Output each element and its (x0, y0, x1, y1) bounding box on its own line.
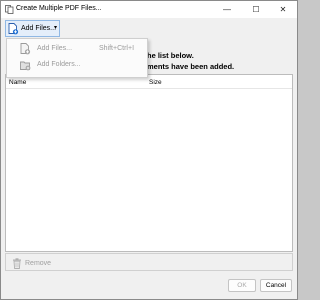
maximize-button[interactable]: ☐ (242, 1, 270, 18)
menu-item-add-files[interactable]: Add Files... Shift+Ctrl+I (7, 41, 147, 58)
title-bar: Create Multiple PDF Files... — ☐ ✕ (1, 1, 297, 18)
dialog-window: Create Multiple PDF Files... — ☐ ✕ Add F… (0, 0, 298, 300)
menu-item-label: Add Files... (37, 45, 73, 52)
ok-button[interactable]: OK (228, 279, 256, 292)
file-list[interactable]: Name Size (5, 74, 293, 252)
close-icon: ✕ (279, 5, 287, 14)
menu-item-label: Add Folders... (37, 61, 81, 68)
add-file-icon (8, 23, 19, 35)
menu-item-add-folders[interactable]: Add Folders... (7, 57, 147, 74)
remove-button[interactable]: Remove (12, 257, 51, 269)
add-files-dropdown-menu: Add Files... Shift+Ctrl+I Add Folders... (6, 38, 148, 78)
column-header-size[interactable]: Size (149, 79, 162, 86)
cancel-button[interactable]: Cancel (260, 279, 292, 292)
maximize-icon: ☐ (252, 5, 260, 14)
add-file-icon (20, 43, 31, 55)
column-header-name[interactable]: Name (9, 79, 26, 86)
list-actions-bar: Remove (5, 253, 293, 271)
header-divider (6, 88, 292, 89)
add-files-dropdown-button[interactable]: Add Files... ▾ (5, 20, 60, 37)
trash-icon (13, 257, 21, 269)
menu-item-shortcut: Shift+Ctrl+I (99, 45, 135, 52)
instruction-line-1: he list below. (147, 51, 194, 60)
minimize-button[interactable]: — (213, 1, 241, 18)
remove-label: Remove (25, 259, 52, 267)
app-icon (5, 5, 14, 14)
minimize-icon: — (223, 5, 231, 14)
add-files-label: Add Files... (21, 25, 57, 32)
close-button[interactable]: ✕ (269, 1, 297, 18)
add-folder-icon (20, 61, 31, 71)
instruction-line-2: ments have been added. (147, 62, 235, 71)
window-title: Create Multiple PDF Files... (16, 5, 102, 12)
chevron-down-icon: ▾ (54, 25, 58, 31)
